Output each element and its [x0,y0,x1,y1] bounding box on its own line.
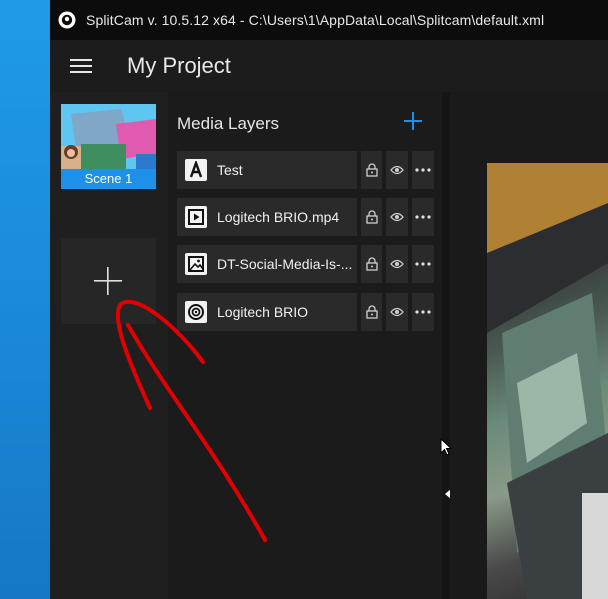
scene-thumbnail[interactable]: Scene 1 [61,104,156,189]
layer-name: DT-Social-Media-Is-... [217,256,353,272]
window-title: SplitCam v. 10.5.12 x64 - C:\Users\1\App… [86,12,545,28]
panel-divider[interactable] [442,92,450,599]
layer-item[interactable]: Test [177,151,357,189]
more-options-icon[interactable] [411,198,434,236]
lock-icon[interactable] [361,151,383,189]
title-bar: SplitCam v. 10.5.12 x64 - C:\Users\1\App… [50,0,608,40]
media-layers-heading: Media Layers [177,114,280,133]
splitcam-logo-icon [58,11,76,29]
plus-icon [94,267,122,295]
layer-row[interactable]: Test [177,151,434,189]
camera-preview [487,163,608,599]
text-layer-icon [185,159,207,181]
eye-icon[interactable] [386,198,408,236]
more-options-icon[interactable] [411,293,434,331]
scenes-panel: Scene 1 [50,92,168,599]
mouse-cursor-icon [440,437,453,461]
layer-name: Logitech BRIO.mp4 [217,209,340,225]
eye-icon[interactable] [386,245,408,283]
layer-item[interactable]: DT-Social-Media-Is-... [177,245,357,283]
preview-area [450,92,608,599]
scene-preview-image [61,104,156,169]
layer-row[interactable]: Logitech BRIO.mp4 [177,198,434,236]
add-layer-plus-icon[interactable] [404,112,422,135]
image-file-icon [185,253,207,275]
more-options-icon[interactable] [411,151,434,189]
lock-icon[interactable] [361,198,383,236]
desktop-background [0,0,50,599]
layer-row[interactable]: Logitech BRIO [177,293,434,331]
media-layers-panel: Media Layers Test Logitech BRIO.mp4 DT-S… [168,92,440,599]
add-scene-button[interactable] [61,238,156,324]
layer-item[interactable]: Logitech BRIO.mp4 [177,198,357,236]
lock-icon[interactable] [361,293,383,331]
eye-icon[interactable] [386,293,408,331]
webcam-icon [185,301,207,323]
eye-icon[interactable] [386,151,408,189]
more-options-icon[interactable] [411,245,434,283]
splitcam-window: SplitCam v. 10.5.12 x64 - C:\Users\1\App… [50,0,608,599]
layer-item[interactable]: Logitech BRIO [177,293,357,331]
app-header: My Project [50,40,608,92]
layer-row[interactable]: DT-Social-Media-Is-... [177,245,434,283]
hamburger-menu-icon[interactable] [70,58,92,74]
lock-icon[interactable] [361,245,383,283]
video-file-icon [185,206,207,228]
scene-label: Scene 1 [61,169,156,189]
layer-name: Logitech BRIO [217,304,309,320]
layer-name: Test [217,162,243,178]
project-title: My Project [127,53,231,78]
